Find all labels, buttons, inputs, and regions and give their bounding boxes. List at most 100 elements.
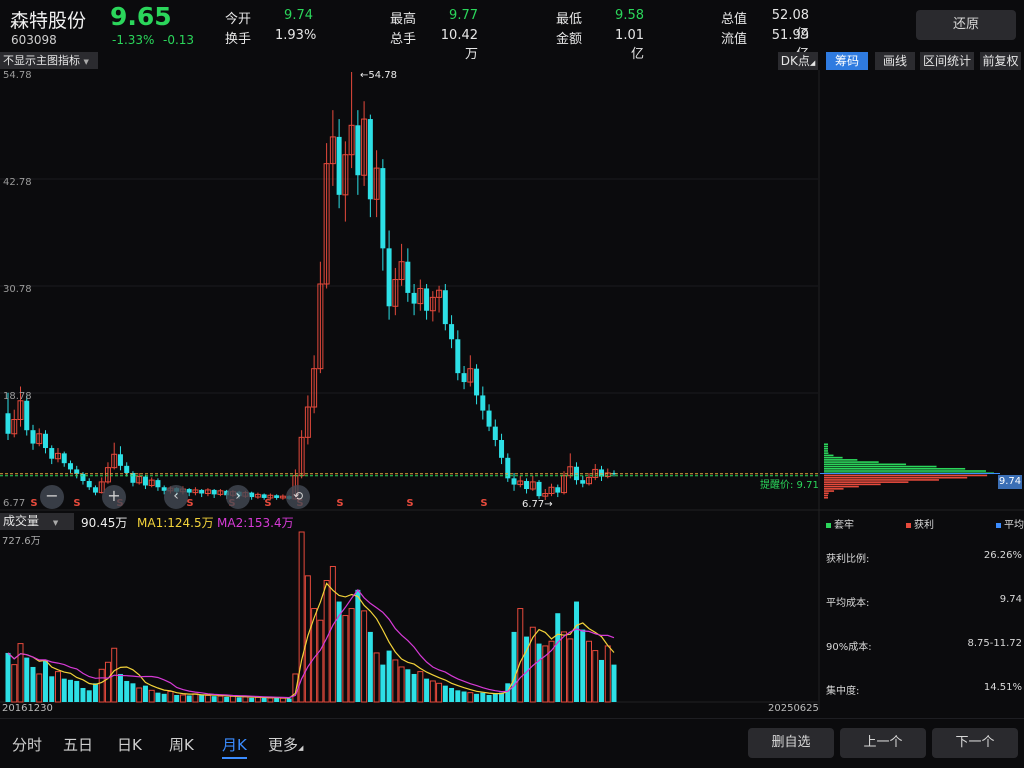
volume-bar bbox=[117, 673, 123, 702]
candle-body bbox=[80, 473, 86, 482]
price-axis-label: 42.78 bbox=[3, 176, 32, 188]
zoom-out-button[interactable]: − bbox=[40, 485, 64, 509]
volume-bar bbox=[373, 652, 380, 703]
side-tab[interactable]: 前复权 bbox=[980, 52, 1021, 70]
legend-swatch bbox=[996, 522, 1001, 528]
period-tab[interactable]: 五日 bbox=[63, 734, 93, 755]
chip-bar bbox=[824, 496, 828, 499]
volume-bar bbox=[599, 659, 605, 702]
active-underline bbox=[222, 757, 247, 759]
volume-bar bbox=[42, 659, 48, 702]
volume-bar bbox=[424, 678, 430, 702]
volume-bar bbox=[86, 690, 92, 702]
volume-bar bbox=[555, 613, 561, 702]
period-tab-label: 分时 bbox=[12, 736, 43, 754]
quote-label: 流值 bbox=[721, 32, 748, 47]
nav-button[interactable]: 上一个 bbox=[840, 728, 926, 758]
candle-body bbox=[74, 469, 80, 474]
volume-bar bbox=[580, 629, 586, 702]
price-axis-label: 6.77 bbox=[3, 498, 26, 509]
volume-bar bbox=[54, 671, 61, 703]
volume-indicator-select[interactable]: 成交量 ▼ bbox=[0, 513, 74, 530]
candle-body bbox=[511, 478, 517, 485]
chip-bar bbox=[824, 481, 909, 483]
nav-button[interactable]: 删自选 bbox=[748, 728, 834, 758]
chip-bar bbox=[824, 452, 829, 454]
side-tab[interactable]: 筹码 bbox=[826, 52, 868, 70]
volume-bar bbox=[61, 678, 67, 702]
period-tab[interactable]: 分时 bbox=[12, 734, 42, 755]
quote-value: 10.42万 bbox=[440, 28, 478, 62]
volume-bar bbox=[286, 698, 292, 702]
chip-bar bbox=[824, 479, 939, 481]
reset-button[interactable]: ⟲ bbox=[286, 485, 310, 509]
volume-bar bbox=[274, 697, 280, 702]
stat-label: 集中度: bbox=[826, 686, 860, 697]
candle-body bbox=[386, 248, 392, 307]
chevron-left-icon: ‹ bbox=[173, 488, 179, 504]
volume-bar bbox=[142, 685, 148, 702]
period-tab[interactable]: 月K bbox=[222, 734, 247, 759]
volume-bar bbox=[74, 680, 80, 702]
dk-point-toggle[interactable]: DK点◢ bbox=[778, 52, 818, 70]
period-tab[interactable]: 更多◢ bbox=[268, 734, 303, 755]
side-tab[interactable]: 区间统计 bbox=[920, 52, 974, 70]
indicator-select[interactable]: 不显示主图指标 ▼ bbox=[0, 52, 98, 69]
candle-body bbox=[480, 395, 486, 411]
period-tab[interactable]: 日K bbox=[117, 734, 142, 755]
volume-bar bbox=[249, 697, 255, 702]
volume-bar bbox=[49, 676, 55, 702]
candle-body bbox=[555, 487, 561, 493]
volume-bar bbox=[174, 694, 180, 702]
quote-value: 9.74 bbox=[284, 8, 313, 23]
volume-bar bbox=[461, 691, 467, 702]
candle-body bbox=[580, 480, 586, 484]
quote-value: 9.58 bbox=[615, 8, 644, 23]
sell-marker: S bbox=[336, 498, 343, 509]
candle-body bbox=[155, 480, 161, 488]
side-tab[interactable]: 画线 bbox=[875, 52, 915, 70]
candle-body bbox=[405, 261, 411, 293]
stat-row: 平均成本: 9.74 bbox=[826, 594, 1024, 609]
volume-bar bbox=[567, 638, 574, 703]
quote-label: 今开 bbox=[225, 12, 252, 27]
volume-bar bbox=[467, 692, 474, 703]
sell-marker: S bbox=[73, 498, 80, 509]
period-tab-label: 月K bbox=[222, 736, 247, 754]
period-tab-label: 五日 bbox=[63, 736, 94, 754]
candle-body bbox=[86, 481, 92, 488]
chip-bar bbox=[824, 447, 828, 450]
candle-body bbox=[355, 125, 361, 176]
scroll-left-button[interactable]: ‹ bbox=[164, 485, 188, 509]
nav-button[interactable]: 下一个 bbox=[932, 728, 1018, 758]
volume-bar bbox=[236, 697, 242, 702]
stock-price: 9.65 bbox=[110, 2, 172, 31]
stat-value: 9.74 bbox=[999, 594, 1022, 605]
volume-bar bbox=[292, 673, 299, 703]
volume-bar bbox=[80, 687, 86, 702]
candle-body bbox=[424, 288, 430, 311]
volume-select-label: 成交量 bbox=[3, 514, 40, 528]
kline-chart[interactable]: SSSSSSSSSS bbox=[0, 70, 1024, 710]
volume-bar bbox=[486, 694, 492, 702]
candle-body bbox=[142, 476, 148, 486]
candle-body bbox=[449, 324, 455, 340]
volume-bar bbox=[179, 694, 186, 703]
volume-bar bbox=[442, 685, 448, 702]
sell-marker: S bbox=[480, 498, 487, 509]
chip-bar bbox=[824, 454, 834, 457]
volume-bar bbox=[329, 565, 336, 703]
scroll-right-button[interactable]: › bbox=[226, 485, 250, 509]
volume-bar bbox=[167, 690, 174, 703]
quote-label: 最高 bbox=[390, 12, 417, 27]
volume-bar bbox=[436, 682, 443, 703]
volume-bar bbox=[348, 608, 355, 703]
period-tab[interactable]: 周K bbox=[169, 734, 194, 755]
stock-change-pct: -1.33% bbox=[112, 33, 155, 47]
volume-bar bbox=[30, 666, 36, 702]
restore-button[interactable]: 还原 bbox=[916, 10, 1016, 40]
volume-bar bbox=[342, 615, 349, 703]
volume-bar bbox=[511, 631, 517, 702]
zoom-in-button[interactable]: + bbox=[102, 485, 126, 509]
volume-bar bbox=[130, 683, 136, 702]
